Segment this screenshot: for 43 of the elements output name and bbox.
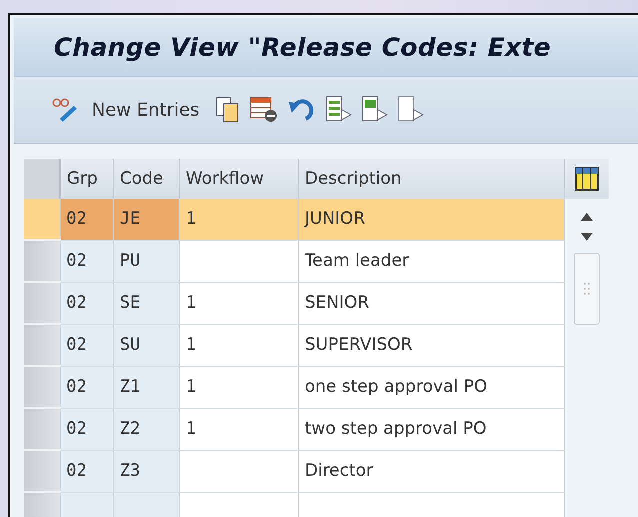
table-cell: PU	[114, 240, 180, 282]
new-entries-button[interactable]: New Entries	[92, 100, 200, 120]
glasses-pencil-icon[interactable]	[52, 97, 78, 123]
table-cell: SENIOR	[298, 282, 564, 324]
table-cell: JUNIOR	[298, 199, 564, 240]
table-cell: 02	[60, 450, 114, 492]
table-cell: SE	[114, 282, 180, 324]
table-cell: 02	[60, 240, 114, 282]
table-cell: 1	[180, 324, 298, 366]
table-cell: 1	[180, 282, 298, 324]
table-cell: one step approval PO	[298, 366, 564, 408]
table-cell: SUPERVISOR	[298, 324, 564, 366]
table-cell: Director	[298, 450, 564, 492]
document-arrow-icon[interactable]	[398, 96, 424, 124]
document-arrow-icon[interactable]	[326, 96, 352, 124]
table-cell: 02	[60, 408, 114, 450]
table-cell: SU	[114, 324, 180, 366]
table-cell: Z1	[114, 366, 180, 408]
column-header[interactable]: Description	[298, 159, 564, 199]
table-cell: 1	[180, 408, 298, 450]
table-cell: 02	[60, 366, 114, 408]
column-settings-icon[interactable]	[575, 167, 599, 191]
copy-icon[interactable]	[216, 97, 240, 123]
table-cell: Z3	[114, 450, 180, 492]
scroll-down-icon[interactable]	[581, 233, 593, 241]
window-title: Change View "Release Codes: Exte	[54, 32, 552, 62]
table-cell: JE	[114, 199, 180, 240]
column-header[interactable]: Grp	[60, 159, 114, 199]
table-cell: Z2	[114, 408, 180, 450]
table-cell: Team leader	[298, 240, 564, 282]
table-cell: 02	[60, 282, 114, 324]
delete-rows-icon[interactable]	[250, 97, 278, 123]
scrollbar-thumb[interactable]	[574, 253, 600, 325]
undo-icon[interactable]	[288, 98, 316, 122]
column-header[interactable]: Code	[114, 159, 180, 199]
document-arrow-icon[interactable]	[362, 96, 388, 124]
table-cell: two step approval PO	[298, 408, 564, 450]
table-cell: 02	[60, 324, 114, 366]
table-cell: 1	[180, 366, 298, 408]
table-cell: 02	[60, 199, 114, 240]
scroll-up-icon[interactable]	[581, 213, 593, 221]
table-cell: 1	[180, 199, 298, 240]
column-header[interactable]: Workflow	[180, 159, 298, 199]
